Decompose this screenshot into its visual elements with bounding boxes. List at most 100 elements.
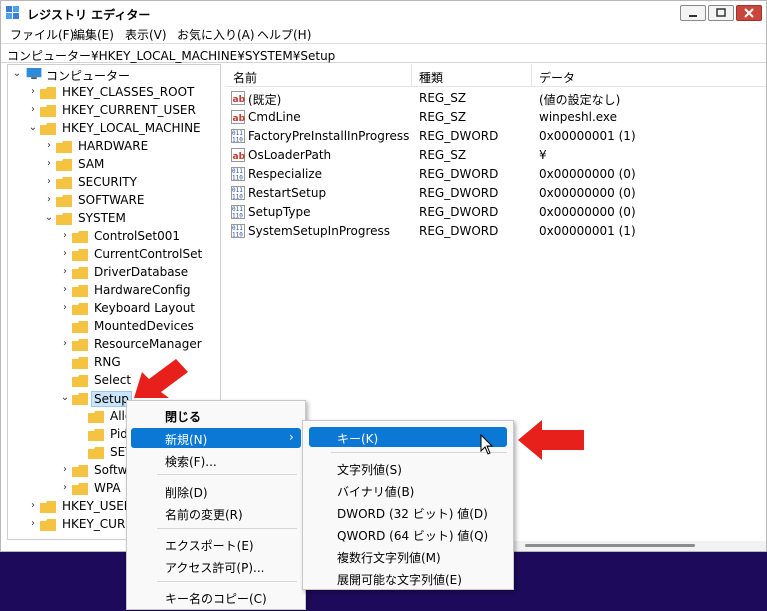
menu-separator [157, 528, 297, 529]
chevron-right-icon[interactable]: › [44, 159, 54, 169]
title-bar[interactable]: レジストリ エディター [1, 1, 766, 25]
context-menu: 閉じる 新規(N) › 検索(F)... 削除(D) 名前の変更(R) エクスポ… [126, 400, 306, 610]
scrollbar-thumb[interactable] [525, 544, 695, 547]
value-row[interactable]: 011 110 SystemSetupInProgress REG_DWORD 0x00… [225, 222, 766, 241]
chevron-right-icon[interactable]: › [60, 465, 70, 475]
folder-icon [72, 339, 88, 351]
submenu-item-dword[interactable]: DWORD (32 ビット) 値(D) [309, 502, 507, 522]
value-row[interactable]: 011 110 RestartSetup REG_DWORD 0x00000000 (0… [225, 184, 766, 203]
menu-edit[interactable]: 編集(E) [73, 26, 114, 43]
column-divider[interactable] [411, 64, 412, 86]
value-type: REG_DWORD [419, 129, 499, 143]
value-row[interactable]: 011 110 SetupType REG_DWORD 0x00000000 (0) [225, 203, 766, 222]
menu-favorites[interactable]: お気に入り(A) [177, 26, 255, 43]
menu-item-delete[interactable]: 削除(D) [131, 481, 301, 501]
menu-item-export[interactable]: エクスポート(E) [131, 534, 301, 554]
maximize-button[interactable] [708, 5, 734, 21]
menu-separator [157, 474, 297, 475]
tree-label: WPA [94, 481, 121, 495]
chevron-down-icon[interactable]: ⌄ [28, 123, 38, 133]
tree-item-controlset001[interactable]: › ControlSet001 [8, 228, 220, 246]
binary-value-icon: 011110 [231, 224, 245, 238]
column-header-name[interactable]: 名前 [233, 69, 257, 86]
tree-item-system[interactable]: ⌄ SYSTEM [8, 210, 220, 228]
chevron-right-icon[interactable]: › [44, 141, 54, 151]
menu-item-permissions[interactable]: アクセス許可(P)... [131, 556, 301, 576]
value-row[interactable]: ab CmdLine REG_SZ winpeshl.exe [225, 108, 766, 127]
value-row[interactable]: 011 110 Respecialize REG_DWORD 0x00000000 (0… [225, 165, 766, 184]
folder-open-icon [56, 213, 72, 225]
svg-text:ab: ab [233, 95, 246, 105]
chevron-right-icon[interactable]: › [28, 87, 38, 97]
tree-item-mounteddevices[interactable]: MountedDevices [8, 318, 220, 336]
menu-item-new[interactable]: 新規(N) › [131, 428, 301, 448]
chevron-right-icon[interactable]: › [60, 231, 70, 241]
menu-file[interactable]: ファイル(F) [10, 26, 74, 43]
submenu-item-expand-string[interactable]: 展開可能な文字列値(E) [309, 568, 507, 588]
tree-item-software[interactable]: › SOFTWARE [8, 192, 220, 210]
chevron-right-icon[interactable]: › [28, 105, 38, 115]
tree-item-security[interactable]: › SECURITY [8, 174, 220, 192]
tree-item-hardwareconfig[interactable]: › HardwareConfig [8, 282, 220, 300]
submenu-item-binary[interactable]: バイナリ値(B) [309, 480, 507, 500]
tree-label: コンピューター [46, 69, 131, 83]
tree-root[interactable]: ⌄ コンピューター [8, 66, 220, 84]
folder-icon [72, 303, 88, 315]
folder-icon [72, 267, 88, 279]
folder-icon [40, 105, 56, 117]
value-row[interactable]: ab (既定) REG_SZ (値の設定なし) [225, 89, 766, 108]
tree-label: HKEY_LOCAL_MACHINE [62, 121, 201, 135]
tree-item-keyboard-layout[interactable]: › Keyboard Layout [8, 300, 220, 318]
tree-item-currentcontrolset[interactable]: › CurrentControlSet [8, 246, 220, 264]
folder-icon [40, 87, 56, 99]
tree-label: HardwareConfig [94, 283, 191, 297]
chevron-right-icon[interactable]: › [60, 285, 70, 295]
menu-help[interactable]: ヘルプ(H) [257, 26, 311, 43]
close-button[interactable] [736, 5, 762, 21]
submenu-item-multi-string[interactable]: 複数行文字列値(M) [309, 546, 507, 566]
folder-icon [72, 321, 88, 333]
menu-item-find[interactable]: 検索(F)... [131, 450, 301, 470]
chevron-down-icon[interactable]: ⌄ [12, 69, 22, 79]
folder-icon [88, 429, 104, 441]
chevron-right-icon[interactable]: › [60, 339, 70, 349]
chevron-right-icon[interactable]: › [44, 177, 54, 187]
chevron-right-icon[interactable]: › [44, 195, 54, 205]
chevron-right-icon[interactable]: › [28, 519, 38, 529]
value-data: (値の設定なし) [539, 93, 621, 107]
value-name: SetupType [248, 205, 311, 219]
column-divider[interactable] [531, 64, 532, 86]
binary-value-icon: 011110 [231, 167, 245, 181]
address-bar[interactable]: コンピューター¥HKEY_LOCAL_MACHINE¥SYSTEM¥Setup [1, 43, 766, 63]
tree-item-hkcu[interactable]: › HKEY_CURRENT_USER [8, 102, 220, 120]
chevron-right-icon[interactable]: › [60, 303, 70, 313]
value-type: REG_SZ [419, 91, 467, 105]
column-header-type[interactable]: 種類 [419, 69, 443, 86]
tree-item-resourcemanager[interactable]: › ResourceManager [8, 336, 220, 354]
submenu-item-string[interactable]: 文字列値(S) [309, 458, 507, 478]
menu-item-copy-key-name[interactable]: キー名のコピー(C) [131, 587, 301, 607]
chevron-right-icon[interactable]: › [60, 249, 70, 259]
value-row[interactable]: ab OsLoaderPath REG_SZ ¥ [225, 146, 766, 165]
string-value-icon: ab [231, 148, 245, 162]
value-data: 0x00000000 (0) [539, 205, 636, 219]
tree-item-hklm[interactable]: ⌄ HKEY_LOCAL_MACHINE [8, 120, 220, 138]
column-header-data[interactable]: データ [539, 69, 575, 86]
chevron-right-icon[interactable]: › [28, 501, 38, 511]
tree-item-driverdatabase[interactable]: › DriverDatabase [8, 264, 220, 282]
menu-item-collapse[interactable]: 閉じる [131, 405, 301, 425]
tree-label: ResourceManager [94, 337, 202, 351]
tree-item-hardware[interactable]: › HARDWARE [8, 138, 220, 156]
chevron-right-icon[interactable]: › [60, 483, 70, 493]
menu-view[interactable]: 表示(V) [125, 26, 167, 43]
value-row[interactable]: 011 110 FactoryPreInstallInProgress REG_DWO… [225, 127, 766, 146]
tree-item-sam[interactable]: › SAM [8, 156, 220, 174]
chevron-right-icon[interactable]: › [60, 267, 70, 277]
minimize-button[interactable] [680, 5, 706, 21]
menu-item-rename[interactable]: 名前の変更(R) [131, 503, 301, 523]
tree-item-hkcr[interactable]: › HKEY_CLASSES_ROOT [8, 84, 220, 102]
chevron-down-icon[interactable]: ⌄ [44, 213, 54, 223]
submenu-item-qword[interactable]: QWORD (64 ビット) 値(Q) [309, 524, 507, 544]
submenu-item-key[interactable]: キー(K) [309, 427, 507, 447]
chevron-down-icon[interactable]: ⌄ [60, 393, 70, 403]
